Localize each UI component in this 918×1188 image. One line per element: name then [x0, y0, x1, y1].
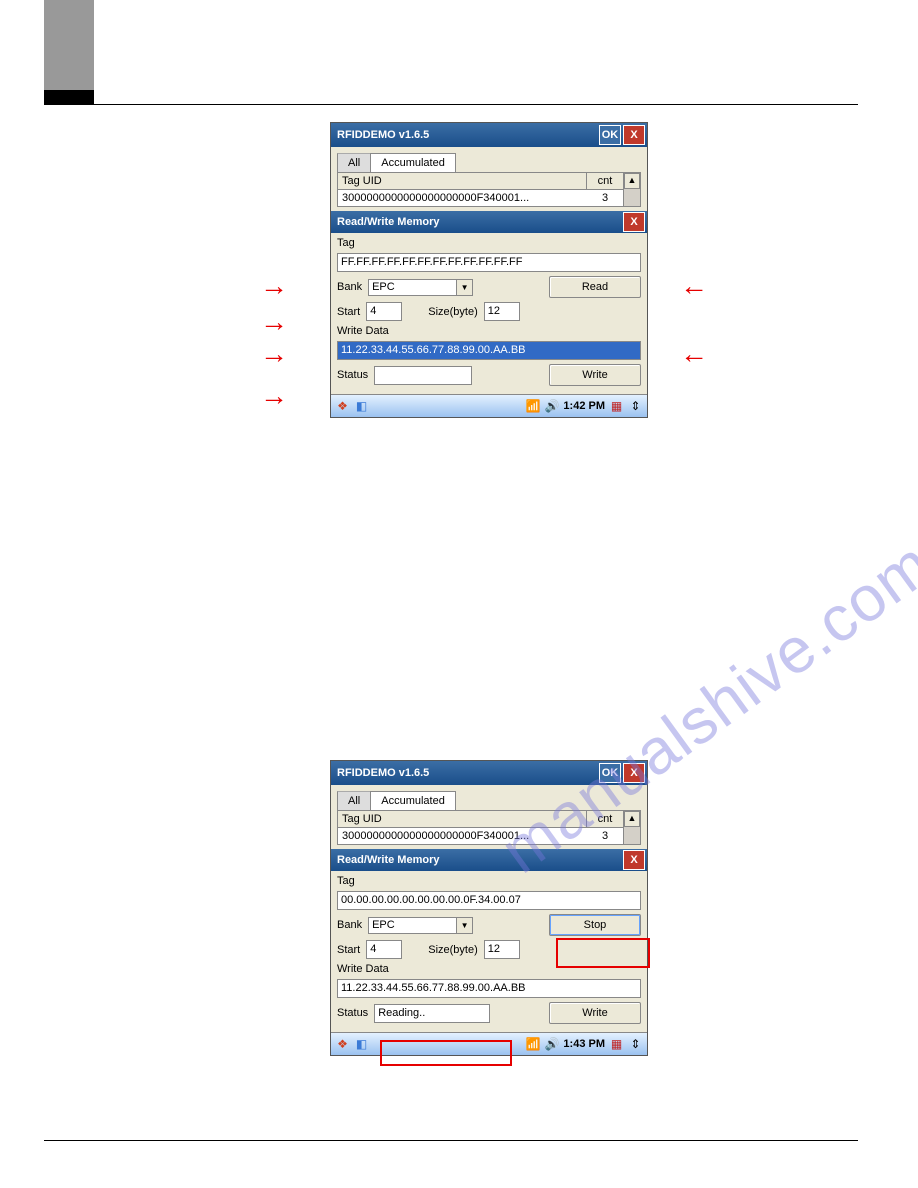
- writedata-input[interactable]: 11.22.33.44.55.66.77.88.99.00.AA.BB: [337, 979, 641, 998]
- annotation-arrow-bank: →: [260, 306, 288, 338]
- screenshot-1: RFIDDEMO v1.6.5 OK X All Accumulated Tag…: [330, 122, 648, 418]
- annotation-arrow-size: ←: [680, 338, 708, 370]
- ok-button[interactable]: OK: [599, 125, 621, 145]
- size-label: Size(byte): [428, 306, 478, 318]
- start-input[interactable]: 4: [366, 302, 402, 321]
- cell-cnt: 3: [587, 828, 623, 844]
- scroll-up-icon[interactable]: ▲: [624, 173, 640, 189]
- app-icon[interactable]: ◧: [354, 399, 369, 414]
- app-icon[interactable]: ◧: [354, 1037, 369, 1052]
- dialog-close-button[interactable]: X: [623, 850, 645, 870]
- tab-strip: All Accumulated: [331, 785, 647, 810]
- tag-input[interactable]: FF.FF.FF.FF.FF.FF.FF.FF.FF.FF.FF.FF: [337, 253, 641, 272]
- writedata-input[interactable]: 11.22.33.44.55.66.77.88.99.00.AA.BB: [337, 341, 641, 360]
- screenshot-2: RFIDDEMO v1.6.5 OK X All Accumulated Tag…: [330, 760, 648, 1056]
- bank-label: Bank: [337, 281, 362, 293]
- annotation-arrow-tag: →: [260, 270, 288, 302]
- tag-label: Tag: [337, 875, 641, 887]
- tag-table: Tag UID cnt 3000000000000000000000F34000…: [337, 810, 641, 845]
- dialog-close-button[interactable]: X: [623, 212, 645, 232]
- start-icon[interactable]: ❖: [335, 1037, 350, 1052]
- dialog-title: Read/Write Memory: [337, 216, 621, 228]
- bank-value: EPC: [372, 281, 456, 293]
- tab-all[interactable]: All: [337, 153, 371, 172]
- start-label: Start: [337, 944, 360, 956]
- stop-button[interactable]: Stop: [549, 914, 641, 936]
- vertical-scrollbar[interactable]: ▲: [624, 811, 640, 844]
- tab-all[interactable]: All: [337, 791, 371, 810]
- size-input[interactable]: 12: [484, 302, 520, 321]
- start-label: Start: [337, 306, 360, 318]
- vertical-scrollbar[interactable]: ▲: [624, 173, 640, 206]
- write-button[interactable]: Write: [549, 1002, 641, 1024]
- divider-bottom: [44, 1140, 858, 1141]
- taskbar-clock: 1:42 PM: [563, 400, 605, 412]
- bank-select[interactable]: EPC ▼: [368, 917, 473, 934]
- annotation-arrow-writedata: →: [260, 380, 288, 412]
- tray-expand-icon[interactable]: ⇕: [628, 399, 643, 414]
- tab-accumulated[interactable]: Accumulated: [370, 153, 456, 172]
- window-title: RFIDDEMO v1.6.5: [337, 767, 597, 779]
- column-tag-uid[interactable]: Tag UID: [338, 173, 587, 189]
- status-value: Reading..: [374, 1004, 490, 1023]
- dialog-titlebar: Read/Write Memory X: [331, 849, 647, 871]
- tray-expand-icon[interactable]: ⇕: [628, 1037, 643, 1052]
- bank-value: EPC: [372, 919, 456, 931]
- tag-label: Tag: [337, 237, 641, 249]
- annotation-arrow-start: →: [260, 338, 288, 370]
- tray-icon-1[interactable]: 📶: [525, 1037, 540, 1052]
- tray-icon-1[interactable]: 📶: [525, 399, 540, 414]
- annotation-arrow-tag-right: ←: [680, 270, 708, 302]
- page-corner-strip: [44, 90, 94, 104]
- size-input[interactable]: 12: [484, 940, 520, 959]
- taskbar: ❖ ◧ 📶 🔊 1:42 PM ▦ ⇕: [331, 394, 647, 417]
- writedata-label: Write Data: [337, 325, 641, 337]
- tab-accumulated[interactable]: Accumulated: [370, 791, 456, 810]
- size-label: Size(byte): [428, 944, 478, 956]
- tag-table: Tag UID cnt 3000000000000000000000F34000…: [337, 172, 641, 207]
- table-row[interactable]: 3000000000000000000000F340001... 3: [338, 190, 623, 206]
- table-row[interactable]: 3000000000000000000000F340001... 3: [338, 828, 623, 844]
- tray-icon-2[interactable]: 🔊: [544, 399, 559, 414]
- annotation-box-stop: [556, 938, 650, 968]
- window-titlebar: RFIDDEMO v1.6.5 OK X: [331, 761, 647, 785]
- close-button[interactable]: X: [623, 125, 645, 145]
- annotation-box-status: [380, 1040, 512, 1066]
- read-button[interactable]: Read: [549, 276, 641, 298]
- status-value: [374, 366, 472, 385]
- cell-cnt: 3: [587, 190, 623, 206]
- tray-icon-3[interactable]: ▦: [609, 399, 624, 414]
- chevron-down-icon: ▼: [456, 918, 472, 933]
- close-button[interactable]: X: [623, 763, 645, 783]
- column-cnt[interactable]: cnt: [587, 811, 623, 827]
- tag-input[interactable]: 00.00.00.00.00.00.00.00.0F.34.00.07: [337, 891, 641, 910]
- chevron-down-icon: ▼: [456, 280, 472, 295]
- start-icon[interactable]: ❖: [335, 399, 350, 414]
- tray-icon-2[interactable]: 🔊: [544, 1037, 559, 1052]
- tray-icon-3[interactable]: ▦: [609, 1037, 624, 1052]
- status-label: Status: [337, 369, 368, 381]
- taskbar-clock: 1:43 PM: [563, 1038, 605, 1050]
- tab-strip: All Accumulated: [331, 147, 647, 172]
- divider-top: [44, 104, 858, 105]
- page-corner-tab: [44, 0, 94, 90]
- cell-uid: 3000000000000000000000F340001...: [338, 828, 587, 844]
- write-button[interactable]: Write: [549, 364, 641, 386]
- column-cnt[interactable]: cnt: [587, 173, 623, 189]
- window-title: RFIDDEMO v1.6.5: [337, 129, 597, 141]
- dialog-title: Read/Write Memory: [337, 854, 621, 866]
- window-titlebar: RFIDDEMO v1.6.5 OK X: [331, 123, 647, 147]
- ok-button[interactable]: OK: [599, 763, 621, 783]
- column-tag-uid[interactable]: Tag UID: [338, 811, 587, 827]
- start-input[interactable]: 4: [366, 940, 402, 959]
- bank-label: Bank: [337, 919, 362, 931]
- dialog-titlebar: Read/Write Memory X: [331, 211, 647, 233]
- scroll-up-icon[interactable]: ▲: [624, 811, 640, 827]
- status-label: Status: [337, 1007, 368, 1019]
- bank-select[interactable]: EPC ▼: [368, 279, 473, 296]
- cell-uid: 3000000000000000000000F340001...: [338, 190, 587, 206]
